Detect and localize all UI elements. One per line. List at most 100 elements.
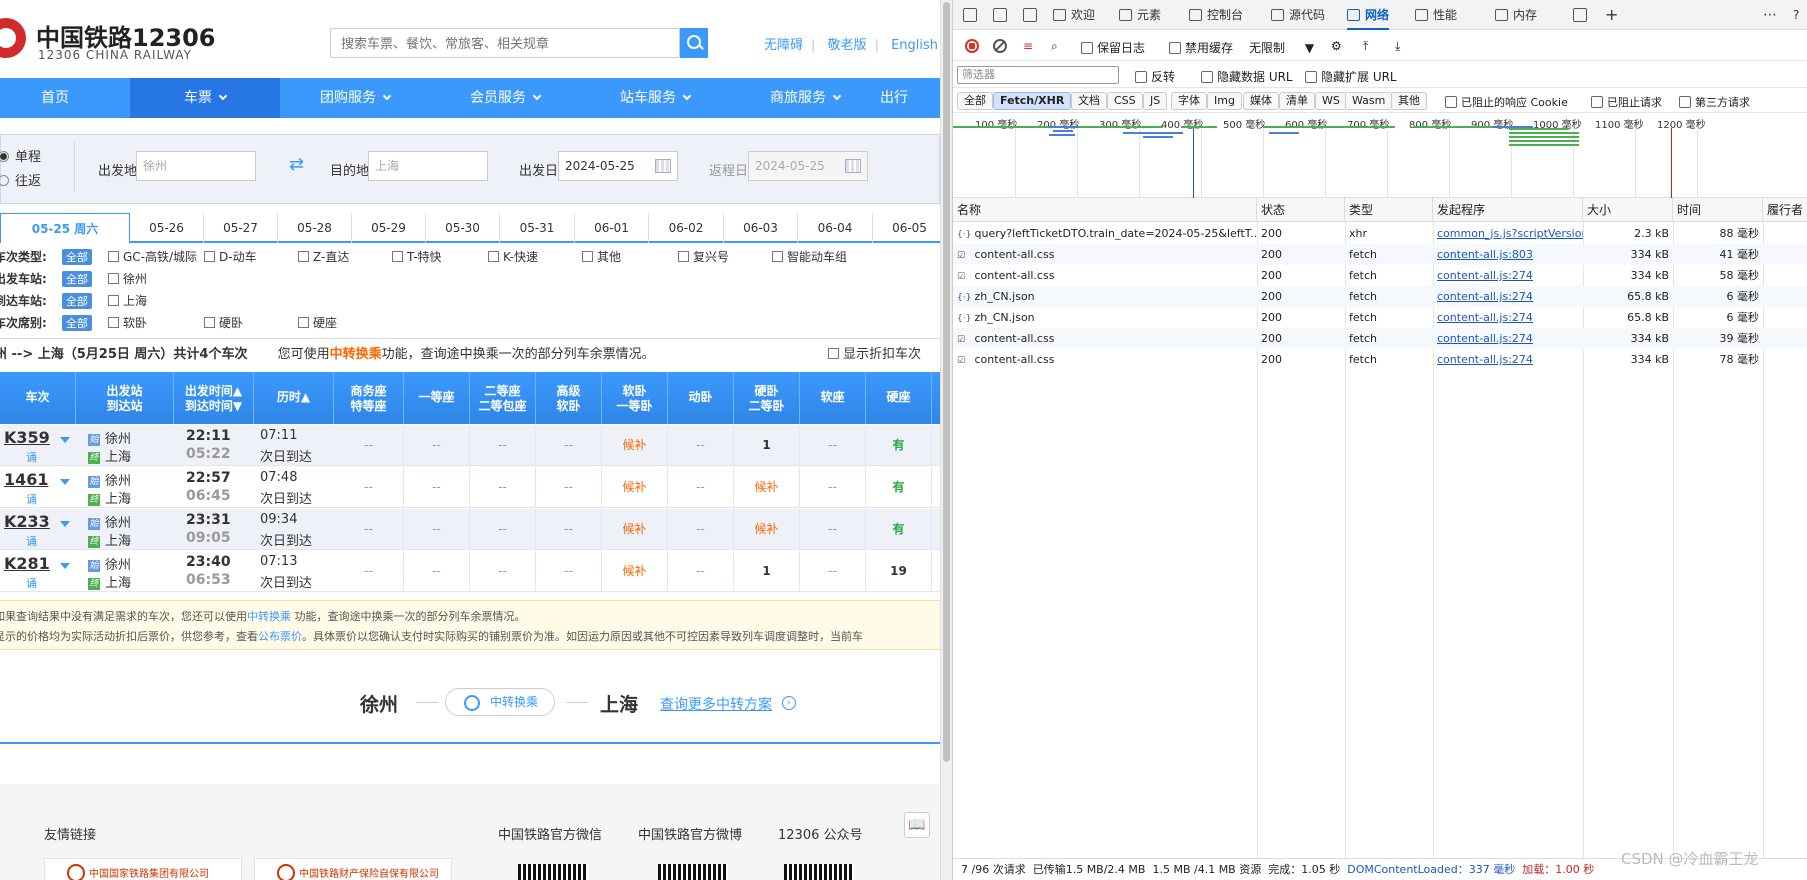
swap-icon[interactable] xyxy=(289,154,307,175)
col-time[interactable]: 时间 xyxy=(1673,198,1763,222)
partner-card[interactable]: 中国铁路财产保险自保有限公司 xyxy=(254,858,452,880)
tab-console[interactable]: 控制台 xyxy=(1189,0,1243,30)
export-icon[interactable]: ⤓ xyxy=(1395,39,1400,54)
invert-toggle[interactable]: 反转 xyxy=(1135,68,1175,85)
request-name[interactable]: {·} zh_CN.json xyxy=(953,286,1257,307)
filter-option[interactable]: 智能动车组 xyxy=(772,248,847,265)
nav-business[interactable]: 商旅服务 xyxy=(730,78,880,118)
record-icon[interactable] xyxy=(965,39,979,53)
col-name[interactable]: 名称 xyxy=(953,198,1257,222)
nav-home[interactable]: 首页 xyxy=(0,78,130,118)
seat-availability[interactable]: 候补 xyxy=(602,467,668,508)
request-name[interactable]: ☑ content-all.css xyxy=(953,328,1257,349)
date-tab[interactable]: 06-01 xyxy=(575,213,649,243)
date-tab[interactable]: 06-05 xyxy=(873,213,940,243)
request-initiator[interactable]: content-all.js:274 xyxy=(1433,328,1583,349)
type-fetch-xhr[interactable]: Fetch/XHR xyxy=(993,92,1072,110)
return-date-input[interactable]: 2024-05-25 xyxy=(748,151,868,181)
filter-option[interactable]: 上海 xyxy=(108,292,147,309)
search-icon[interactable]: ⌕ xyxy=(1051,39,1058,54)
seat-availability[interactable]: 候补 xyxy=(602,509,668,550)
to-input[interactable]: 上海 xyxy=(368,151,488,181)
request-initiator[interactable]: content-all.js:274 xyxy=(1433,265,1583,286)
wifi-settings-icon[interactable]: ⚙ xyxy=(1331,39,1342,53)
col-train[interactable]: 车次 xyxy=(0,372,76,424)
date-tab-active[interactable]: 05-25 周六 xyxy=(0,213,130,243)
request-row[interactable]: {·} query?leftTicketDTO.train_date=2024-… xyxy=(953,223,1807,244)
filter-option[interactable]: GC-高铁/城际 xyxy=(108,248,197,265)
hide-data-url-toggle[interactable]: 隐藏数据 URL xyxy=(1201,68,1293,85)
site-search-input[interactable] xyxy=(331,29,679,57)
filter-all-button[interactable]: 全部 xyxy=(61,271,92,287)
date-tab[interactable]: 05-31 xyxy=(500,213,575,243)
device-toolbar-icon[interactable] xyxy=(993,8,1007,22)
disable-cache-toggle[interactable]: 禁用缓存 xyxy=(1169,39,1233,56)
type-img[interactable]: Img xyxy=(1207,92,1242,110)
seat-availability[interactable]: 候补 xyxy=(734,467,800,508)
filter-option[interactable]: 硬座 xyxy=(298,314,337,331)
public-fare-link[interactable]: 公布票价 xyxy=(258,630,302,643)
more-transfer-link[interactable]: 查询更多中转方案 xyxy=(660,694,772,714)
tab-sources[interactable]: 源代码 xyxy=(1271,0,1325,30)
blocked-requests-toggle[interactable]: 已阻止请求 xyxy=(1591,94,1662,110)
type-other[interactable]: 其他 xyxy=(1391,92,1427,110)
english-link[interactable]: English xyxy=(891,38,938,53)
col-stations[interactable]: 出发站 到达站 xyxy=(76,372,174,424)
request-initiator[interactable]: content-all.js:274 xyxy=(1433,307,1583,328)
request-row[interactable]: {·} zh_CN.json 200 fetch content-all.js:274… xyxy=(953,286,1807,307)
seat-availability[interactable]: 候补 xyxy=(602,551,668,592)
train-number[interactable]: 1461 xyxy=(4,470,49,489)
type-media[interactable]: 媒体 xyxy=(1243,92,1279,110)
nav-tickets[interactable]: 车票 xyxy=(130,78,280,118)
train-number[interactable]: K359 xyxy=(4,428,50,447)
chevron-down-icon[interactable] xyxy=(60,563,70,569)
filter-option[interactable]: 复兴号 xyxy=(678,248,729,265)
seat-availability[interactable]: 候补 xyxy=(602,425,668,466)
nav-station[interactable]: 站车服务 xyxy=(580,78,730,118)
type-wasm[interactable]: Wasm xyxy=(1345,92,1393,110)
filter-icon[interactable]: ≡ xyxy=(1023,39,1033,53)
request-initiator[interactable]: content-all.js:274 xyxy=(1433,349,1583,370)
col-times[interactable]: 出发时间▲ 到达时间▼ xyxy=(174,372,254,424)
col-size[interactable]: 大小 xyxy=(1583,198,1673,222)
site-logo[interactable]: 中国铁路12306 12306 CHINA RAILWAY xyxy=(0,12,216,68)
date-tab[interactable]: 05-29 xyxy=(352,213,426,243)
site-search-box[interactable] xyxy=(330,28,680,58)
type-js[interactable]: JS xyxy=(1143,92,1168,110)
add-tab-icon[interactable]: + xyxy=(1605,0,1618,30)
elderly-mode-link[interactable]: 敬老版 xyxy=(828,38,867,53)
transfer-link[interactable]: 中转换乘 xyxy=(247,610,291,623)
filter-option[interactable]: K-快速 xyxy=(488,248,538,265)
request-name[interactable]: {·} zh_CN.json xyxy=(953,307,1257,328)
throttle-select[interactable]: 无限制 ▼ xyxy=(1249,39,1314,56)
network-filter-input[interactable]: 筛选器 xyxy=(957,66,1119,84)
request-name[interactable]: ☑ content-all.css xyxy=(953,265,1257,286)
col-fulfilled-by[interactable]: 履行者 xyxy=(1763,198,1807,222)
chevron-down-icon[interactable] xyxy=(60,437,70,443)
filter-all-button[interactable]: 全部 xyxy=(61,293,92,309)
date-tab[interactable]: 05-28 xyxy=(278,213,352,243)
filter-option[interactable]: Z-直达 xyxy=(298,248,349,265)
col-type[interactable]: 类型 xyxy=(1345,198,1433,222)
tab-elements[interactable]: 元素 xyxy=(1119,0,1161,30)
help-icon[interactable]: ? xyxy=(1793,0,1799,30)
request-row[interactable]: ☑ content-all.css 200 fetch content-all.js:… xyxy=(953,265,1807,286)
filter-option[interactable]: 徐州 xyxy=(108,270,147,287)
nav-travel[interactable]: 出行 xyxy=(880,78,940,118)
depart-date-input[interactable]: 2024-05-25 xyxy=(558,151,678,181)
radio-roundtrip[interactable]: 往返 xyxy=(0,170,41,189)
filter-option[interactable]: 其他 xyxy=(582,248,621,265)
discount-toggle[interactable]: 显示折扣车次 xyxy=(828,339,921,371)
sidebar-toggle-icon[interactable] xyxy=(1023,8,1037,22)
request-name[interactable]: ☑ content-all.css xyxy=(953,244,1257,265)
train-row[interactable]: K233 诵始徐州终上海 23:31 09:05 09:34 次日到达 -- -- -- -- 候补… xyxy=(0,509,940,550)
train-number[interactable]: K281 xyxy=(4,554,50,573)
filter-option[interactable]: 硬卧 xyxy=(204,314,243,331)
seat-availability[interactable]: 有 xyxy=(866,425,932,466)
import-icon[interactable]: ⤒ xyxy=(1363,39,1368,54)
request-initiator[interactable]: content-all.js:803 xyxy=(1433,244,1583,265)
partner-card[interactable]: 中国国家铁路集团有限公司 xyxy=(44,858,242,880)
seat-availability[interactable]: 有 xyxy=(866,467,932,508)
clear-icon[interactable] xyxy=(993,39,1007,53)
train-row[interactable]: 1461 诵始徐州终上海 22:57 06:45 07:48 次日到达 -- -- -- -- 候补… xyxy=(0,467,940,508)
